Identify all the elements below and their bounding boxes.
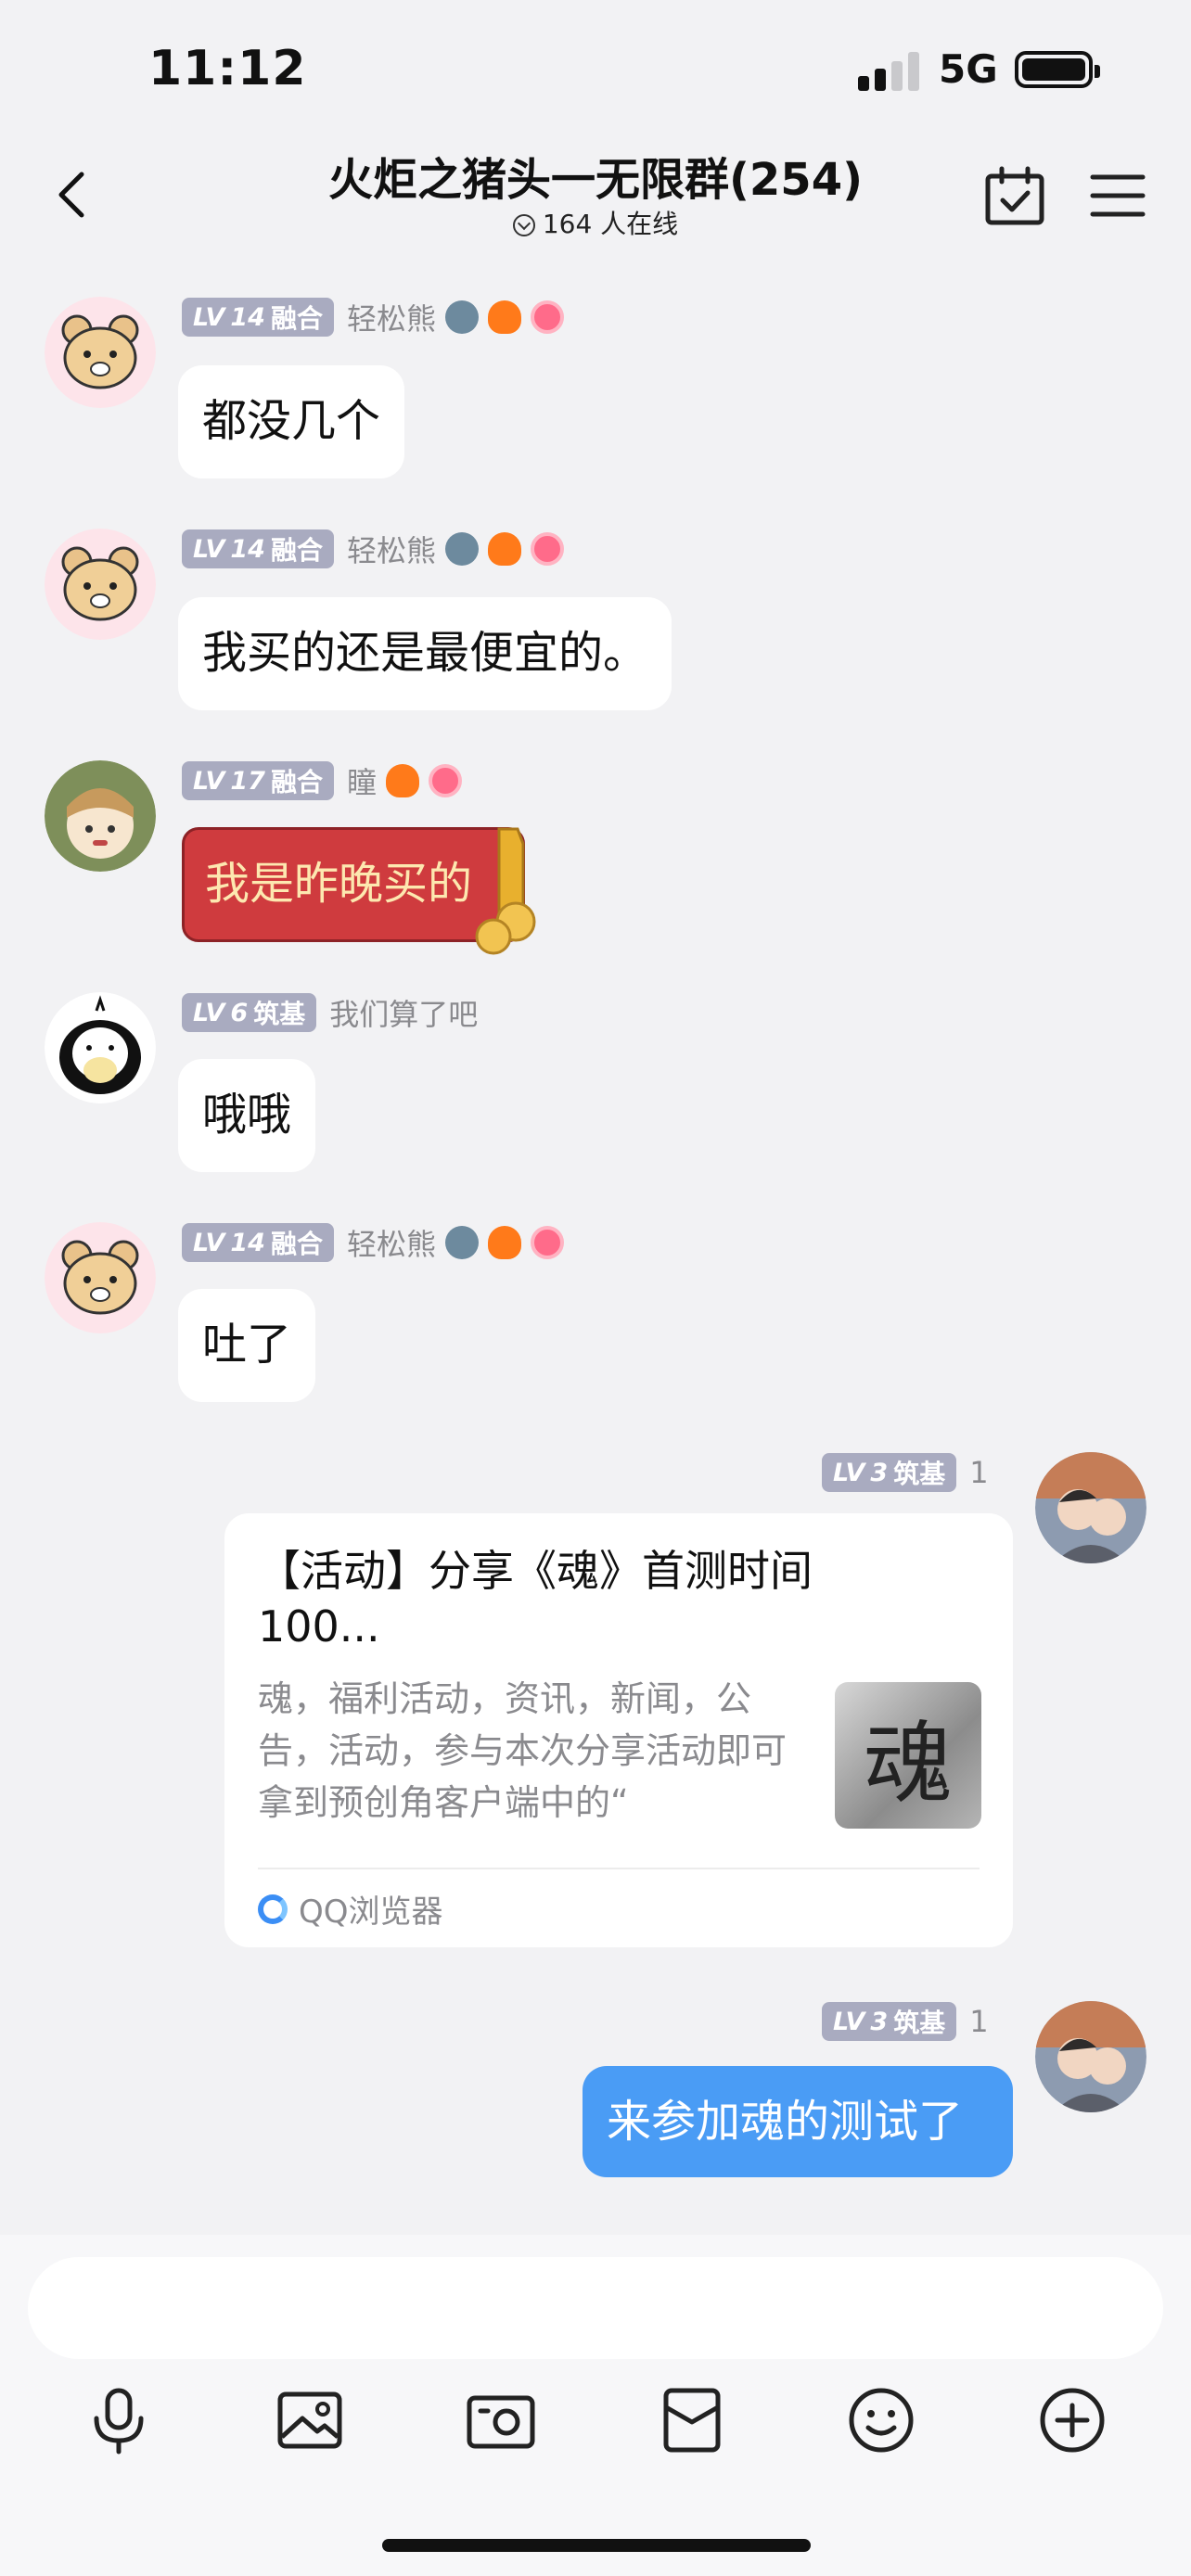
share-card-description: 魂，福利活动，资讯，新闻，公告，活动，参与本次分享活动即可拿到预创角客户端中的“ xyxy=(258,1678,788,1823)
battery-icon xyxy=(1015,51,1100,88)
message-bubble[interactable]: 我买的还是最便宜的。 xyxy=(178,597,672,710)
flower-icon xyxy=(429,764,462,797)
message-bubble[interactable]: 吐了 xyxy=(178,1289,316,1402)
sender-name[interactable]: 轻松熊 xyxy=(347,296,436,338)
level-badge: LV 6 筑基 xyxy=(182,993,317,1032)
fire-icon xyxy=(386,764,419,797)
dragon-badge-icon xyxy=(445,532,479,566)
chevron-down-icon xyxy=(512,214,535,236)
sender-name[interactable]: 瞳 xyxy=(347,759,377,802)
qq-browser-icon xyxy=(258,1894,288,1924)
input-panel xyxy=(0,2235,1191,2576)
network-label: 5G xyxy=(939,46,998,92)
sender-name[interactable]: 轻松熊 xyxy=(347,528,436,570)
red-packet-icon[interactable] xyxy=(655,2383,729,2457)
chat-header: 火炬之猪头一无限群(254) 164 人在线 xyxy=(0,139,1191,250)
status-bar: 11:12 5G xyxy=(0,0,1191,139)
microphone-icon[interactable] xyxy=(82,2383,156,2457)
avatar[interactable] xyxy=(45,992,156,1103)
level-badge: LV 14 融合 xyxy=(182,298,334,337)
level-badge: LV 14 融合 xyxy=(182,1223,334,1262)
emoji-icon[interactable] xyxy=(844,2383,918,2457)
sender-meta: LV 14 融合 轻松熊 xyxy=(182,297,564,338)
message-bubble[interactable]: 哦哦 xyxy=(178,1059,316,1172)
share-card[interactable]: 【活动】分享《魂》首测时间100... 魂，福利活动，资讯，新闻，公告，活动，参… xyxy=(224,1513,1013,1947)
share-card-title: 【活动】分享《魂》首测时间100... xyxy=(258,1546,813,1651)
sender-name[interactable]: 1 xyxy=(969,1455,988,1490)
online-text: 164 人在线 xyxy=(542,209,679,239)
sender-name[interactable]: 1 xyxy=(969,2004,988,2039)
fire-icon xyxy=(488,300,521,334)
coin-decoration-icon xyxy=(475,827,536,955)
level-badge: LV 3 筑基 xyxy=(822,1453,957,1492)
plus-icon[interactable] xyxy=(1035,2383,1109,2457)
sender-meta: LV 17 融合 瞳 xyxy=(182,760,462,801)
camera-icon[interactable] xyxy=(464,2383,538,2457)
message-bubble[interactable]: 都没几个 xyxy=(178,365,405,478)
sender-name[interactable]: 轻松熊 xyxy=(347,1221,436,1264)
sender-meta: LV 3 筑基 1 xyxy=(822,1452,989,1493)
calendar-check-icon[interactable] xyxy=(983,163,1048,228)
source-label: QQ浏览器 xyxy=(299,1894,443,1931)
menu-icon[interactable] xyxy=(1085,163,1150,228)
signal-icon xyxy=(858,52,923,91)
avatar[interactable] xyxy=(45,1222,156,1333)
dragon-badge-icon xyxy=(445,300,479,334)
image-icon[interactable] xyxy=(273,2383,347,2457)
dragon-badge-icon xyxy=(445,1226,479,1259)
own-message-bubble[interactable]: 来参加魂的测试了 xyxy=(583,2066,1013,2177)
fire-icon xyxy=(488,1226,521,1259)
message-text: 我是昨晚买的 xyxy=(205,858,473,910)
flower-icon xyxy=(531,1226,564,1259)
sender-name[interactable]: 我们算了吧 xyxy=(329,991,478,1034)
home-indicator[interactable] xyxy=(382,2539,811,2552)
sender-meta: LV 3 筑基 1 xyxy=(822,2001,989,2042)
avatar[interactable] xyxy=(45,529,156,640)
status-time: 11:12 xyxy=(148,41,307,96)
level-badge: LV 3 筑基 xyxy=(822,2002,957,2041)
flower-icon xyxy=(531,532,564,566)
message-input[interactable] xyxy=(28,2257,1163,2359)
level-badge: LV 17 融合 xyxy=(182,761,334,800)
sender-meta: LV 14 融合 轻松熊 xyxy=(182,1222,564,1263)
fire-icon xyxy=(488,532,521,566)
divider xyxy=(258,1868,980,1869)
flower-icon xyxy=(531,300,564,334)
sender-meta: LV 6 筑基 我们算了吧 xyxy=(182,992,478,1033)
avatar[interactable] xyxy=(45,297,156,408)
share-card-thumbnail: 魂 xyxy=(835,1682,981,1829)
avatar[interactable] xyxy=(45,760,156,872)
share-card-source: QQ浏览器 xyxy=(258,1886,443,1932)
avatar[interactable] xyxy=(1035,1452,1146,1563)
avatar[interactable] xyxy=(1035,2001,1146,2112)
sender-meta: LV 14 融合 轻松熊 xyxy=(182,529,564,569)
level-badge: LV 14 融合 xyxy=(182,529,334,568)
